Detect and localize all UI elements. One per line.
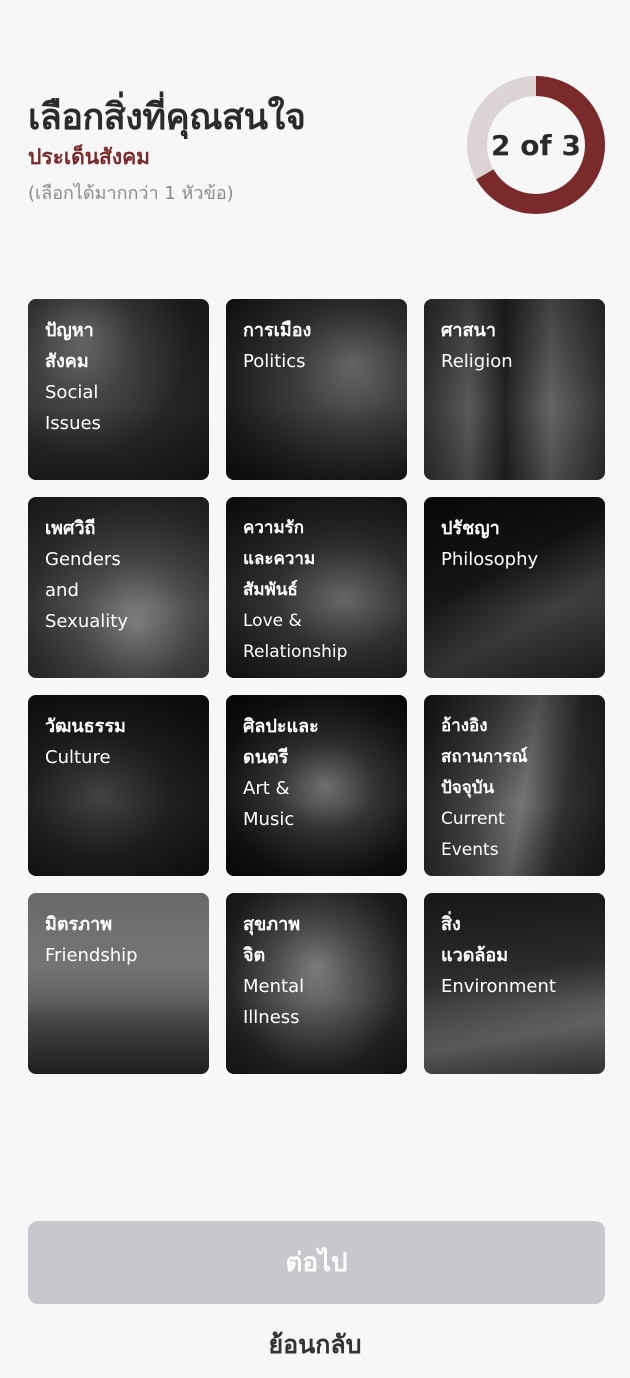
topic-card-friendship[interactable]: มิตรภาพ Friendship: [28, 893, 209, 1074]
next-button[interactable]: ต่อไป: [28, 1221, 605, 1304]
topic-label-th: เพศวิถี: [45, 518, 96, 539]
topic-label-en: Current Events: [441, 809, 505, 860]
topic-card-philosophy[interactable]: ปรัชญา Philosophy: [424, 497, 605, 678]
topic-card-social-issues[interactable]: ปัญหาสังคม Social Issues: [28, 299, 209, 480]
topic-label-en: Art & Music: [243, 778, 295, 830]
topic-label-th: อ้างอิงสถานการณ์ปัจจุบัน: [441, 716, 528, 798]
back-link[interactable]: ย้อนกลับ: [0, 1325, 630, 1365]
selection-hint: (เลือกได้มากกว่า 1 หัวข้อ): [28, 183, 234, 204]
topic-card-mental-illness[interactable]: สุขภาพจิต Mental Illness: [226, 893, 407, 1074]
topic-label-th: ปรัชญา: [441, 518, 500, 539]
topic-label-th: มิตรภาพ: [45, 914, 113, 935]
step-progress-ring: 2 of 3: [466, 75, 606, 215]
topic-card-art-music[interactable]: ศิลปะและดนตรี Art & Music: [226, 695, 407, 876]
topic-card-culture[interactable]: วัฒนธรรม Culture: [28, 695, 209, 876]
topic-card-current-events[interactable]: อ้างอิงสถานการณ์ปัจจุบัน Current Events: [424, 695, 605, 876]
topic-grid: ปัญหาสังคม Social Issues การเมือง Politi…: [28, 299, 606, 1074]
topic-label-th: วัฒนธรรม: [45, 716, 126, 737]
topic-label-th: ความรักและความสัมพันธ์: [243, 518, 316, 600]
topic-label-en: Environment: [441, 976, 556, 997]
topic-card-environment[interactable]: สิ่งแวดล้อม Environment: [424, 893, 605, 1074]
page-title: เลือกสิ่งที่คุณสนใจ: [28, 97, 306, 138]
topic-label-th: ศาสนา: [441, 320, 496, 341]
topic-card-politics[interactable]: การเมือง Politics: [226, 299, 407, 480]
topic-label-en: Friendship: [45, 945, 138, 966]
topic-label-th: สุขภาพจิต: [243, 914, 301, 966]
topic-label-th: การเมือง: [243, 320, 312, 341]
topic-label-en: Philosophy: [441, 549, 539, 570]
topic-label-th: ปัญหาสังคม: [45, 320, 94, 372]
topic-label-th: สิ่งแวดล้อม: [441, 914, 509, 966]
topic-label-en: Culture: [45, 747, 111, 768]
topic-card-religion[interactable]: ศาสนา Religion: [424, 299, 605, 480]
category-subtitle: ประเด็นสังคม: [28, 145, 151, 169]
topic-card-love-relationship[interactable]: ความรักและความสัมพันธ์ Love & Relationsh…: [226, 497, 407, 678]
progress-label: 2 of 3: [491, 128, 581, 162]
topic-label-en: Mental Illness: [243, 976, 305, 1028]
topic-label-en: Love & Relationship: [243, 611, 348, 662]
topic-card-genders-sexuality[interactable]: เพศวิถี Genders and Sexuality: [28, 497, 209, 678]
topic-label-th: ศิลปะและดนตรี: [243, 716, 319, 768]
topic-label-en: Politics: [243, 351, 306, 372]
topic-label-en: Social Issues: [45, 382, 101, 434]
topic-label-en: Genders and Sexuality: [45, 549, 128, 632]
topic-label-en: Religion: [441, 351, 513, 372]
